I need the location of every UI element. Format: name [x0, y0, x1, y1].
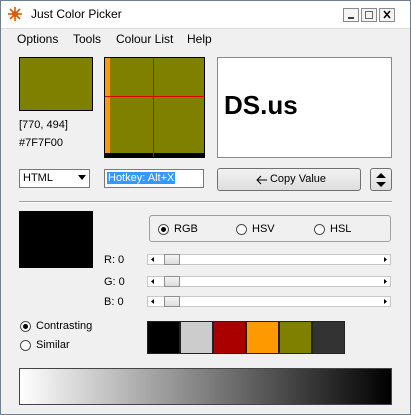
selected-color-swatch — [19, 211, 93, 268]
radio-rgb-label: RGB — [174, 223, 198, 235]
palette-swatch[interactable] — [180, 321, 213, 354]
gradient-bar[interactable] — [19, 368, 392, 405]
menu-colour-list[interactable]: Colour List — [116, 32, 173, 46]
slider-b-thumb[interactable] — [164, 296, 180, 307]
slider-g-thumb[interactable] — [164, 276, 180, 287]
radio-hsl[interactable] — [314, 224, 325, 235]
magnifier-edge-orange — [105, 58, 110, 157]
minimize-icon — [348, 17, 354, 19]
menu-tools[interactable]: Tools — [73, 32, 101, 46]
window-title: Just Color Picker — [31, 7, 122, 21]
palette-swatch[interactable] — [213, 321, 246, 354]
radio-similar[interactable] — [20, 340, 31, 351]
up-down-icon — [376, 173, 386, 187]
crosshair-vertical — [153, 58, 154, 157]
color-model-group: RGB HSV HSL — [149, 215, 391, 242]
menu-bar: Options Tools Colour List Help — [1, 29, 410, 49]
radio-hsl-label: HSL — [330, 223, 352, 235]
palette-swatch[interactable] — [312, 321, 345, 354]
magnifier-edge-black — [105, 153, 204, 157]
radio-contrasting-label: Contrasting — [36, 320, 93, 332]
title-bar[interactable]: Just Color Picker — [1, 1, 410, 29]
scroll-right-icon — [384, 299, 387, 304]
maximize-icon — [365, 11, 373, 19]
radio-hsv[interactable] — [236, 224, 247, 235]
slider-r-thumb[interactable] — [164, 254, 180, 265]
maximize-button[interactable] — [361, 8, 377, 22]
slider-g-label: G: 0 — [104, 276, 125, 288]
copy-value-button[interactable]: Copy Value — [217, 168, 361, 191]
format-select[interactable]: HTML — [19, 169, 90, 188]
scroll-left-icon — [151, 299, 154, 304]
close-icon — [383, 10, 391, 19]
format-select-value: HTML — [23, 172, 53, 184]
cursor-coordinates: [770, 494] — [19, 119, 68, 131]
text-preview-panel: DS.us — [217, 57, 392, 158]
scroll-right-icon — [384, 257, 387, 262]
palette-swatch[interactable] — [279, 321, 312, 354]
slider-b[interactable] — [147, 296, 391, 307]
slider-g[interactable] — [147, 276, 391, 287]
format-spin-button[interactable] — [370, 168, 392, 191]
scroll-right-icon — [384, 279, 387, 284]
scroll-left-icon — [151, 279, 154, 284]
menu-help[interactable]: Help — [187, 32, 212, 46]
slider-r-label: R: 0 — [104, 254, 125, 266]
palette-swatch[interactable] — [147, 321, 180, 354]
crosshair-horizontal — [105, 96, 204, 97]
current-color-swatch — [19, 57, 93, 111]
hotkey-field[interactable]: Hotkey: Alt+X — [104, 169, 204, 188]
minimize-button[interactable] — [343, 8, 359, 22]
menu-options[interactable]: Options — [17, 32, 58, 46]
hex-value: #7F7F00 — [19, 137, 64, 149]
palette-swatch[interactable] — [246, 321, 279, 354]
app-logo-icon — [8, 7, 22, 21]
chevron-down-icon — [78, 175, 86, 180]
close-button[interactable] — [379, 8, 395, 22]
app-window: Just Color Picker Options Tools Colour L… — [0, 0, 411, 415]
radio-similar-label: Similar — [36, 339, 70, 351]
separator — [19, 201, 392, 203]
slider-b-label: B: 0 — [104, 296, 124, 308]
copy-value-label: Copy Value — [269, 173, 327, 185]
radio-hsv-label: HSV — [252, 223, 275, 235]
magnifier-view — [104, 57, 205, 158]
radio-contrasting[interactable] — [20, 321, 31, 332]
scroll-left-icon — [151, 257, 154, 262]
slider-r[interactable] — [147, 254, 391, 265]
preview-text: DS.us — [224, 90, 298, 120]
radio-rgb[interactable] — [158, 224, 169, 235]
hotkey-value: Hotkey: Alt+X — [107, 172, 176, 184]
